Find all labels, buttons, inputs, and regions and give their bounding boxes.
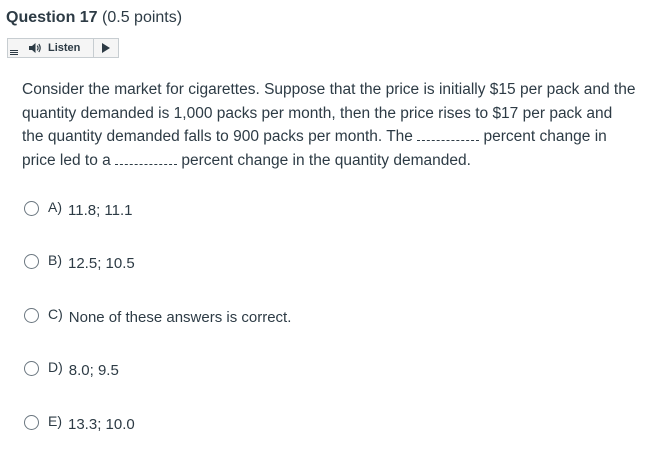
question-title: Question 17 [6,9,98,26]
radio-button-e[interactable] [24,414,39,430]
listen-button[interactable]: Listen [48,42,80,54]
radio-button-d[interactable] [24,360,39,376]
option-letter: C) [48,306,63,322]
option-e[interactable]: E) 13.3; 10.0 [24,412,135,433]
question-text-part-3: percent change in the quantity demanded. [177,151,471,169]
option-label[interactable]: None of these answers is correct. [69,309,292,326]
option-letter: D) [48,359,63,375]
listen-divider [93,39,94,57]
option-a[interactable]: A) 11.8; 11.1 [24,198,133,219]
option-c[interactable]: C) None of these answers is correct. [24,305,292,326]
question-points: (0.5 points) [102,9,183,26]
menu-icon[interactable] [10,50,18,56]
option-label[interactable]: 11.8; 11.1 [68,202,133,219]
radio-button-c[interactable] [24,307,39,323]
option-d[interactable]: D) 8.0; 9.5 [24,358,119,379]
blank-2 [115,152,178,165]
question-text: Consider the market for cigarettes. Supp… [22,78,637,172]
option-label[interactable]: 13.3; 10.0 [68,416,135,433]
option-b[interactable]: B) 12.5; 10.5 [24,251,135,272]
option-label[interactable]: 8.0; 9.5 [69,362,119,379]
option-letter: A) [48,199,62,215]
radio-button-a[interactable] [24,200,39,216]
play-icon[interactable] [101,43,111,53]
speaker-icon[interactable] [28,42,42,54]
listen-toolbar[interactable]: Listen [7,38,119,58]
option-label[interactable]: 12.5; 10.5 [68,255,135,272]
radio-button-b[interactable] [24,253,39,269]
option-letter: E) [48,413,62,429]
blank-1 [417,128,480,141]
option-letter: B) [48,252,62,268]
question-header: Question 17 (0.5 points) [6,9,182,27]
